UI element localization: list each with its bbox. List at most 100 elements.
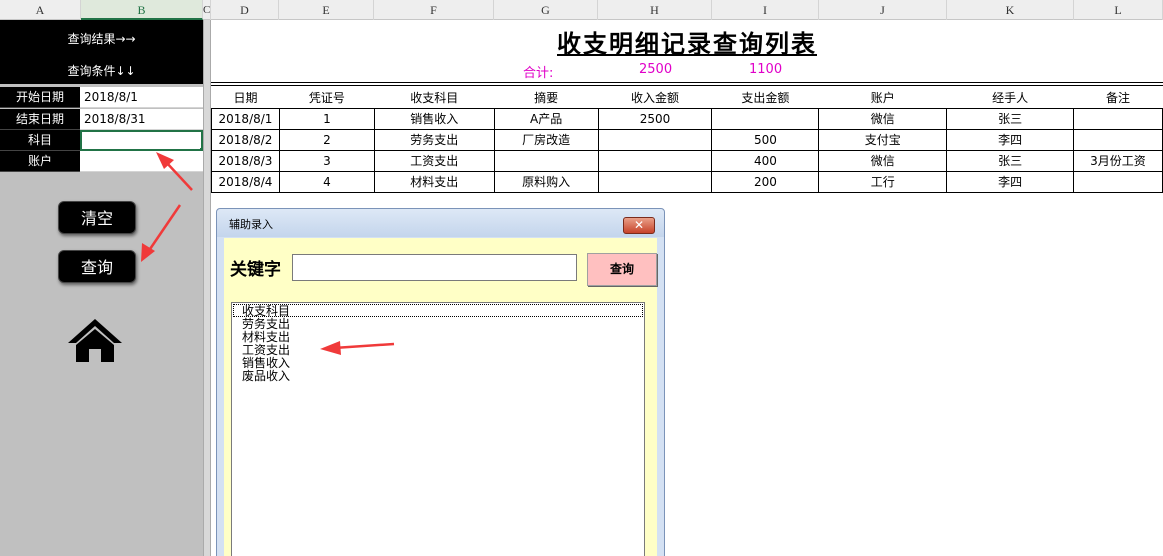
table-cell[interactable] <box>711 107 820 130</box>
table-cell[interactable]: 李四 <box>946 170 1074 193</box>
table-cell[interactable]: 400 <box>711 149 820 172</box>
header-income[interactable]: 收入金额 <box>598 87 712 109</box>
header-handler[interactable]: 经手人 <box>946 87 1074 109</box>
table-row: 2018/8/1 1 销售收入 A产品 2500 微信 张三 <box>211 107 1163 130</box>
table-cell[interactable]: 2018/8/4 <box>211 170 280 193</box>
dialog-title-bar[interactable]: 辅助录入 ✕ <box>217 209 664 237</box>
keyword-label: 关键字 <box>230 260 281 280</box>
header-voucher[interactable]: 凭证号 <box>279 87 375 109</box>
column-header-f[interactable]: F <box>374 0 494 20</box>
table-row: 2018/8/4 4 材料支出 原料购入 200 工行 李四 <box>211 170 1163 193</box>
table-cell[interactable]: 微信 <box>818 107 948 130</box>
table-cell[interactable]: 3月份工资 <box>1073 149 1163 172</box>
list-focus-rect <box>233 304 643 317</box>
end-date-label: 结束日期 <box>0 109 80 130</box>
column-header-k[interactable]: K <box>947 0 1074 20</box>
account-label: 账户 <box>0 151 80 172</box>
query-result-label: 查询结果→→ <box>67 32 136 46</box>
table-cell[interactable]: 3 <box>278 149 375 172</box>
header-subject[interactable]: 收支科目 <box>374 87 495 109</box>
subject-label: 科目 <box>0 130 80 151</box>
list-item[interactable]: 废品收入 <box>242 370 290 383</box>
column-c-separator <box>203 20 211 556</box>
query-condition-label: 查询条件↓↓ <box>67 64 136 78</box>
records-table: 日期 凭证号 收支科目 摘要 收入金额 支出金额 账户 经手人 备注 2018/… <box>211 87 1163 193</box>
account-cell[interactable] <box>80 151 203 172</box>
total-expense: 1100 <box>749 62 783 77</box>
table-header-row: 日期 凭证号 收支科目 摘要 收入金额 支出金额 账户 经手人 备注 <box>211 87 1163 109</box>
header-expense[interactable]: 支出金额 <box>711 87 819 109</box>
clear-button[interactable]: 清空 <box>58 201 136 234</box>
column-header-i[interactable]: I <box>712 0 819 20</box>
table-cell[interactable]: 500 <box>711 128 820 151</box>
table-cell[interactable] <box>597 149 713 172</box>
table-cell[interactable]: 张三 <box>946 149 1074 172</box>
table-cell[interactable] <box>597 128 713 151</box>
table-cell[interactable] <box>493 149 599 172</box>
table-cell[interactable]: 原料购入 <box>493 170 599 193</box>
table-cell[interactable]: 2018/8/2 <box>211 128 280 151</box>
table-cell[interactable]: 支付宝 <box>818 128 948 151</box>
header-summary[interactable]: 摘要 <box>494 87 599 109</box>
dialog-body: 关键字 查询 收支科目 劳务支出 材料支出 工资支出 销售收入 废品收入 <box>224 238 657 556</box>
table-cell[interactable]: 2018/8/3 <box>211 149 280 172</box>
column-header-g[interactable]: G <box>494 0 598 20</box>
query-panel: 查询结果→→ 查询条件↓↓ 开始日期 2018/8/1 结束日期 2018/8/… <box>0 20 210 556</box>
table-cell[interactable]: 材料支出 <box>373 170 495 193</box>
table-row: 2018/8/2 2 劳务支出 厂房改造 500 支付宝 李四 <box>211 128 1163 151</box>
table-cell[interactable] <box>1073 170 1163 193</box>
column-header-bar: A B C D E F G H I J K L <box>0 0 1163 20</box>
end-date-cell[interactable]: 2018/8/31 <box>80 109 203 130</box>
table-cell[interactable]: 李四 <box>946 128 1074 151</box>
page-title: 收支明细记录查询列表 <box>557 29 817 58</box>
query-button[interactable]: 查询 <box>58 250 136 283</box>
column-header-a[interactable]: A <box>0 0 81 20</box>
column-header-l[interactable]: L <box>1074 0 1163 20</box>
account-row: 账户 <box>0 151 203 172</box>
table-cell[interactable]: 2500 <box>597 107 713 130</box>
dialog-query-button[interactable]: 查询 <box>587 253 657 286</box>
table-cell[interactable] <box>1073 107 1163 130</box>
table-cell[interactable]: 2018/8/1 <box>211 107 280 130</box>
table-cell[interactable]: 劳务支出 <box>373 128 495 151</box>
totals-row: 合计: 2500 1100 <box>211 62 1163 81</box>
keyword-input[interactable] <box>292 254 577 281</box>
table-cell[interactable]: 工行 <box>818 170 948 193</box>
end-date-row: 结束日期 2018/8/31 <box>0 109 203 130</box>
subject-listbox[interactable]: 收支科目 劳务支出 材料支出 工资支出 销售收入 废品收入 <box>231 302 645 556</box>
assist-input-dialog: 辅助录入 ✕ 关键字 查询 收支科目 劳务支出 材料支出 工资支出 销售收入 废… <box>216 208 665 556</box>
table-cell[interactable]: 微信 <box>818 149 948 172</box>
table-cell[interactable] <box>597 170 713 193</box>
start-date-row: 开始日期 2018/8/1 <box>0 87 203 108</box>
subject-cell[interactable] <box>80 130 203 151</box>
header-note[interactable]: 备注 <box>1073 87 1163 109</box>
table-cell[interactable]: 200 <box>711 170 820 193</box>
home-icon[interactable] <box>66 317 124 363</box>
column-header-b[interactable]: B <box>81 0 203 20</box>
double-rule <box>211 82 1163 86</box>
table-cell[interactable]: 张三 <box>946 107 1074 130</box>
table-cell[interactable]: 2 <box>278 128 375 151</box>
subject-row: 科目 <box>0 130 205 153</box>
totals-label: 合计: <box>523 66 554 81</box>
start-date-label: 开始日期 <box>0 87 80 108</box>
table-cell[interactable]: 工资支出 <box>373 149 495 172</box>
table-cell[interactable]: 厂房改造 <box>493 128 599 151</box>
total-income: 2500 <box>639 62 673 77</box>
query-header-block: 查询结果→→ 查询条件↓↓ <box>0 20 203 84</box>
table-cell[interactable] <box>1073 128 1163 151</box>
column-header-c[interactable]: C <box>203 0 211 20</box>
table-cell[interactable]: 4 <box>278 170 375 193</box>
table-row: 2018/8/3 3 工资支出 400 微信 张三 3月份工资 <box>211 149 1163 172</box>
header-date[interactable]: 日期 <box>211 87 280 109</box>
column-header-e[interactable]: E <box>279 0 374 20</box>
column-header-j[interactable]: J <box>819 0 947 20</box>
table-cell[interactable]: A产品 <box>493 107 599 130</box>
header-account[interactable]: 账户 <box>818 87 947 109</box>
table-cell[interactable]: 1 <box>278 107 375 130</box>
start-date-cell[interactable]: 2018/8/1 <box>80 87 203 108</box>
close-icon[interactable]: ✕ <box>623 217 655 234</box>
column-header-d[interactable]: D <box>211 0 279 20</box>
column-header-h[interactable]: H <box>598 0 712 20</box>
table-cell[interactable]: 销售收入 <box>373 107 495 130</box>
